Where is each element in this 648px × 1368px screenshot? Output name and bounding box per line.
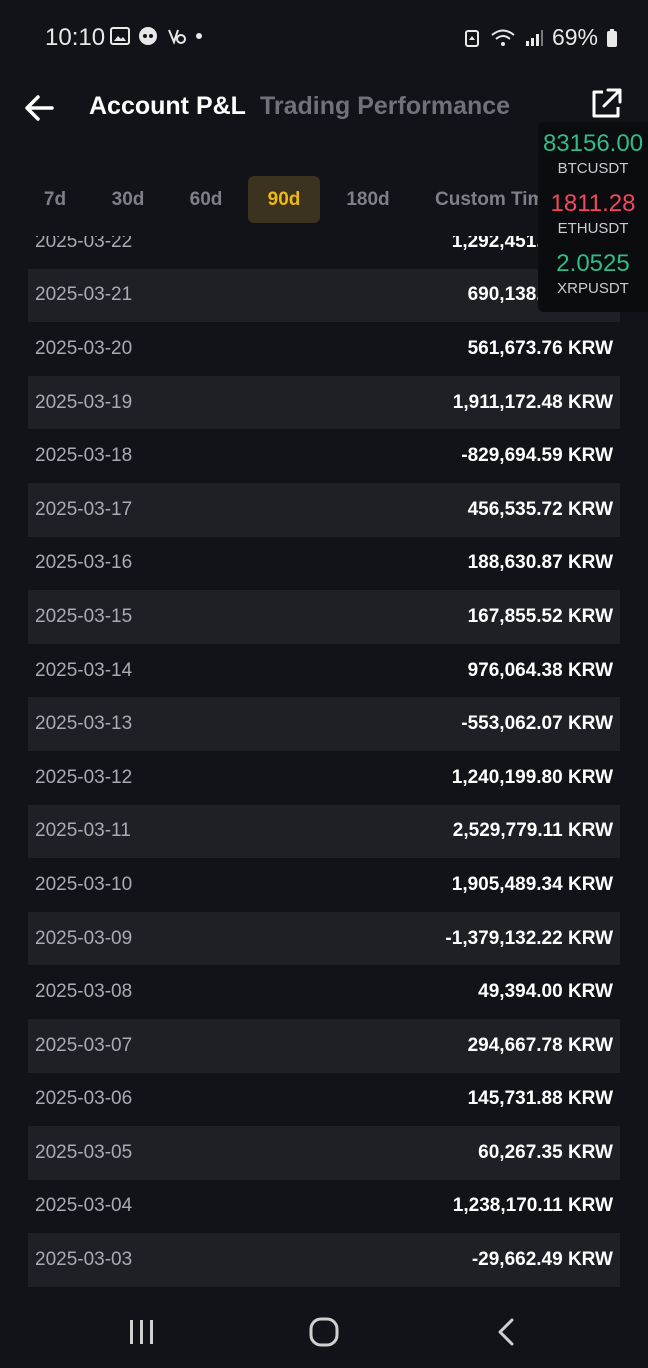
pnl-date: 2025-03-09 bbox=[35, 927, 133, 949]
status-right: 69% bbox=[462, 24, 618, 51]
ticker-symbol: BTCUSDT bbox=[557, 160, 629, 177]
pnl-date: 2025-03-03 bbox=[35, 1249, 133, 1271]
pnl-amount: 145,731.88 KRW bbox=[467, 1088, 613, 1110]
battery-saver-icon bbox=[464, 29, 479, 47]
pnl-amount: 1,905,489.34 KRW bbox=[451, 873, 613, 895]
pnl-row: 2025-03-11 2,529,779.11 KRW bbox=[28, 804, 620, 859]
ticker-price: 1811.28 bbox=[550, 190, 636, 217]
ticker-item: 1811.28 ETHUSDT bbox=[538, 190, 648, 237]
pnl-row: 2025-03-05 60,267.35 KRW bbox=[28, 1126, 620, 1180]
pnl-row: 2025-03-15 167,855.52 KRW bbox=[28, 590, 620, 644]
pnl-amount: -829,694.59 KRW bbox=[461, 445, 613, 467]
battery-icon bbox=[607, 28, 617, 47]
pnl-amount: 188,630.87 KRW bbox=[467, 552, 613, 574]
pnl-amount: 1,240,199.80 KRW bbox=[451, 766, 613, 788]
pnl-date: 2025-03-19 bbox=[35, 391, 133, 413]
ticker-item: 83156.00 BTCUSDT bbox=[538, 130, 648, 177]
status-time: 10:10 bbox=[45, 24, 106, 51]
ticker-price: 83156.00 bbox=[542, 130, 644, 157]
pnl-date: 2025-03-13 bbox=[35, 713, 133, 735]
pnl-row: 2025-03-09 -1,379,132.22 KRW bbox=[28, 911, 620, 966]
filter-60d[interactable]: 60d bbox=[176, 176, 236, 223]
pnl-date: 2025-03-06 bbox=[35, 1088, 133, 1110]
pnl-row: 2025-03-06 145,731.88 KRW bbox=[28, 1073, 620, 1127]
pnl-date: 2025-03-04 bbox=[35, 1195, 133, 1217]
pnl-row: 2025-03-17 456,535.72 KRW bbox=[28, 482, 620, 537]
tab-trading-performance[interactable]: Trading Performance bbox=[260, 92, 510, 121]
pnl-row: 2025-03-14 976,064.38 KRW bbox=[28, 644, 620, 698]
pnl-row: 2025-03-03 -29,662.49 KRW bbox=[28, 1233, 620, 1287]
pnl-amount: 1,238,170.11 KRW bbox=[452, 1195, 613, 1217]
pnl-row: 2025-03-08 49,394.00 KRW bbox=[28, 965, 620, 1019]
pnl-row: 2025-03-04 1,238,170.11 KRW bbox=[28, 1180, 620, 1234]
signal-icon bbox=[525, 29, 543, 46]
pnl-date: 2025-03-07 bbox=[35, 1034, 133, 1056]
pnl-amount: -553,062.07 KRW bbox=[461, 713, 613, 735]
ticker-price: 2.0525 bbox=[556, 250, 630, 277]
tab-account-pnl[interactable]: Account P&L bbox=[89, 92, 246, 121]
ticker-symbol: ETHUSDT bbox=[557, 220, 629, 237]
back-icon[interactable] bbox=[494, 1316, 518, 1348]
pnl-date: 2025-03-08 bbox=[35, 981, 133, 1003]
pnl-amount: 2,529,779.11 KRW bbox=[452, 820, 613, 842]
pnl-date: 2025-03-16 bbox=[35, 552, 133, 574]
notification-icons bbox=[110, 26, 204, 46]
navigation-bar bbox=[0, 1292, 648, 1368]
pnl-amount: 167,855.52 KRW bbox=[467, 605, 613, 627]
ticker-symbol: XRPUSDT bbox=[557, 280, 629, 297]
pnl-date: 2025-03-12 bbox=[35, 766, 133, 788]
pnl-date: 2025-03-14 bbox=[35, 659, 133, 681]
pnl-amount: 456,535.72 KRW bbox=[467, 498, 613, 520]
back-arrow-icon[interactable] bbox=[22, 90, 58, 126]
pnl-date: 2025-03-18 bbox=[35, 445, 133, 467]
ticker-item: 2.0525 XRPUSDT bbox=[538, 250, 648, 297]
filter-90d[interactable]: 90d bbox=[248, 176, 320, 223]
pnl-date: 2025-03-17 bbox=[35, 498, 133, 520]
pnl-list[interactable]: 2025-03-22 1,292,451.95 KRW 2025-03-21 690,… bbox=[28, 236, 620, 1288]
pnl-row: 2025-03-16 188,630.87 KRW bbox=[28, 537, 620, 591]
pnl-row: 2025-03-18 -829,694.59 KRW bbox=[28, 429, 620, 483]
share-icon[interactable] bbox=[588, 86, 624, 122]
pnl-date: 2025-03-21 bbox=[35, 284, 133, 306]
mute-icon bbox=[168, 29, 186, 45]
pnl-date: 2025-03-10 bbox=[35, 873, 133, 895]
pnl-rows: 2025-03-22 1,292,451.95 KRW 2025-03-21 690,… bbox=[28, 236, 620, 1287]
gallery-icon bbox=[110, 27, 130, 45]
app-icon bbox=[139, 27, 157, 45]
dot-icon bbox=[196, 33, 202, 39]
pnl-amount: -1,379,132.22 KRW bbox=[445, 927, 613, 949]
filter-30d[interactable]: 30d bbox=[98, 176, 158, 223]
pnl-date: 2025-03-11 bbox=[35, 820, 131, 842]
pnl-date: 2025-03-20 bbox=[35, 337, 133, 359]
pnl-row: 2025-03-10 1,905,489.34 KRW bbox=[28, 858, 620, 912]
pnl-amount: 1,911,172.48 KRW bbox=[452, 391, 613, 413]
pnl-row: 2025-03-20 561,673.76 KRW bbox=[28, 322, 620, 376]
battery-percent: 69% bbox=[551, 24, 598, 50]
pnl-row: 2025-03-07 294,667.78 KRW bbox=[28, 1018, 620, 1073]
pnl-row: 2025-03-22 1,292,451.95 KRW bbox=[28, 236, 620, 269]
filter-180d[interactable]: 180d bbox=[334, 176, 402, 223]
pnl-amount: 294,667.78 KRW bbox=[467, 1034, 613, 1056]
pnl-amount: 60,267.35 KRW bbox=[478, 1141, 613, 1163]
pnl-amount: 976,064.38 KRW bbox=[467, 659, 613, 681]
pnl-row: 2025-03-12 1,240,199.80 KRW bbox=[28, 751, 620, 805]
home-icon[interactable] bbox=[308, 1316, 340, 1348]
wifi-icon bbox=[491, 29, 515, 46]
pnl-date: 2025-03-22 bbox=[35, 236, 133, 252]
price-ticker-overlay[interactable]: 83156.00 BTCUSDT 1811.28 ETHUSDT 2.0525 … bbox=[538, 122, 648, 312]
pnl-row: 2025-03-13 -553,062.07 KRW bbox=[28, 697, 620, 751]
pnl-date: 2025-03-15 bbox=[35, 605, 133, 627]
pnl-amount: 561,673.76 KRW bbox=[467, 337, 613, 359]
status-bar: 10:10 69% bbox=[0, 0, 648, 74]
pnl-amount: -29,662.49 KRW bbox=[471, 1249, 613, 1271]
pnl-row: 2025-03-21690,138.77 KRW bbox=[28, 268, 620, 323]
filter-7d[interactable]: 7d bbox=[30, 176, 80, 223]
pnl-row: 2025-03-19 1,911,172.48 KRW bbox=[28, 375, 620, 430]
recent-apps-icon[interactable] bbox=[128, 1318, 156, 1346]
pnl-date: 2025-03-05 bbox=[35, 1141, 133, 1163]
pnl-amount: 49,394.00 KRW bbox=[478, 981, 613, 1003]
